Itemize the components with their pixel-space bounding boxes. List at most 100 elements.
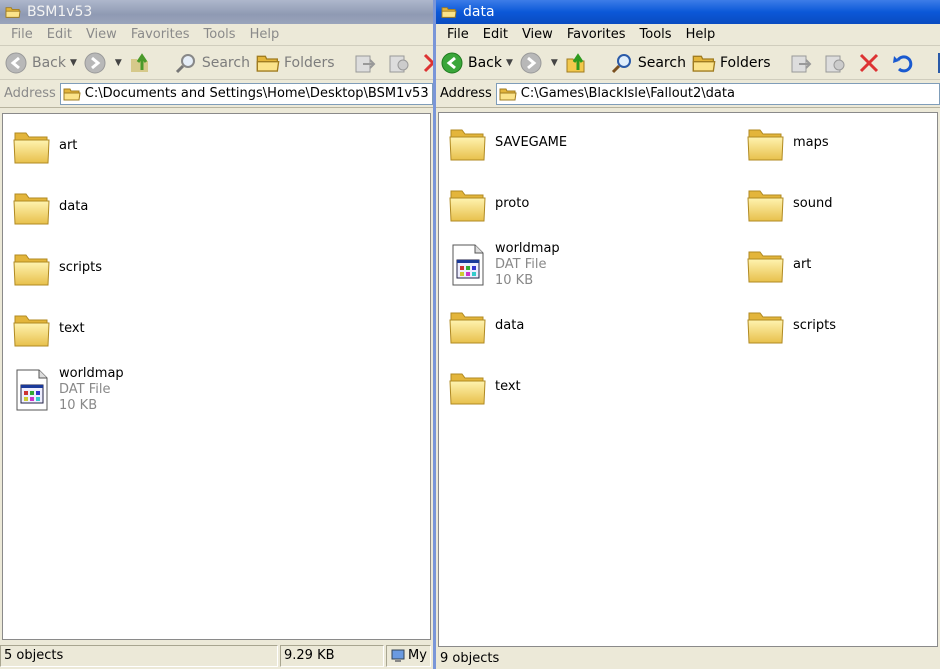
forward-button[interactable]: ▼: [519, 48, 558, 78]
search-button[interactable]: Search: [610, 48, 686, 78]
folder-icon: [447, 121, 489, 165]
copy-to-icon: [389, 55, 409, 72]
up-folder-icon: [566, 52, 585, 72]
window-title: data: [463, 4, 495, 20]
chevron-down-icon[interactable]: ▼: [70, 58, 77, 68]
folder-icon: [447, 304, 489, 348]
explorer-window-data[interactable]: data File Edit View Favorites Tools Help…: [436, 0, 940, 669]
menu-tools[interactable]: Tools: [633, 27, 679, 42]
status-object-count: 5 objects: [0, 644, 278, 667]
chevron-down-icon[interactable]: ▼: [551, 58, 558, 68]
delete-button[interactable]: [421, 48, 433, 78]
list-item[interactable]: worldmap DAT File 10 KB: [447, 239, 560, 291]
address-input[interactable]: C:\Documents and Settings\Home\Desktop\B…: [59, 82, 433, 105]
status-zone: My: [386, 644, 431, 667]
delete-button[interactable]: [857, 48, 885, 78]
folder-icon: [745, 304, 787, 348]
file-list[interactable]: art data scripts text worldmap DAT File …: [2, 113, 431, 640]
list-item[interactable]: scripts: [745, 300, 836, 352]
title-bar[interactable]: BSM1v53: [0, 0, 433, 24]
address-bar: Address C:\Documents and Settings\Home\D…: [0, 80, 433, 108]
move-to-icon: [791, 55, 811, 72]
forward-arrow-icon: [520, 52, 542, 73]
list-item[interactable]: data: [11, 181, 88, 233]
dat-file-icon: [447, 243, 489, 287]
status-object-count: 9 objects: [440, 650, 500, 666]
folder-icon: [63, 86, 81, 102]
folder-icon: [11, 185, 53, 229]
toolbar: Back ▼ ▼ Search Folders: [0, 46, 433, 80]
menu-view[interactable]: View: [79, 27, 124, 42]
forward-arrow-icon: [84, 52, 106, 73]
menu-bar: File Edit View Favorites Tools Help: [436, 24, 940, 46]
menu-view[interactable]: View: [515, 27, 560, 42]
menu-edit[interactable]: Edit: [476, 27, 515, 42]
menu-tools[interactable]: Tools: [197, 27, 243, 42]
back-arrow-icon: [5, 52, 27, 73]
up-folder-button[interactable]: [128, 48, 156, 78]
folder-icon: [745, 121, 787, 165]
list-item[interactable]: worldmap DAT File 10 KB: [11, 364, 124, 416]
move-to-button[interactable]: [789, 48, 817, 78]
folders-icon: [692, 51, 716, 75]
chevron-down-icon[interactable]: ▼: [506, 58, 513, 68]
delete-icon: [859, 53, 878, 72]
explorer-window-bsm[interactable]: BSM1v53 File Edit View Favorites Tools H…: [0, 0, 433, 669]
folders-button[interactable]: Folders: [256, 48, 335, 78]
menu-favorites[interactable]: Favorites: [560, 27, 633, 42]
menu-file[interactable]: File: [4, 27, 40, 42]
list-item[interactable]: art: [745, 239, 811, 291]
folder-icon: [745, 182, 787, 226]
folder-icon: [447, 365, 489, 409]
title-bar[interactable]: data: [436, 0, 940, 24]
copy-to-button[interactable]: [823, 48, 851, 78]
file-list[interactable]: SAVEGAME proto worldmap DAT File 10 KB d…: [438, 112, 938, 647]
list-item[interactable]: data: [447, 300, 524, 352]
list-item[interactable]: text: [447, 361, 521, 413]
status-bar: 5 objects 9.29 KB My: [0, 642, 433, 669]
move-to-button[interactable]: [353, 48, 381, 78]
folder-icon: [11, 246, 53, 290]
folder-icon: [440, 5, 458, 19]
address-bar: Address C:\Games\BlackIsle\Fallout2\data: [436, 80, 940, 108]
status-size: 9.29 KB: [280, 644, 384, 667]
up-folder-icon: [130, 52, 148, 72]
list-item[interactable]: scripts: [11, 242, 102, 294]
list-item[interactable]: SAVEGAME: [447, 117, 567, 169]
address-label: Address: [440, 86, 492, 101]
copy-to-button[interactable]: [387, 48, 415, 78]
folders-button[interactable]: Folders: [692, 48, 771, 78]
menu-file[interactable]: File: [440, 27, 476, 42]
copy-to-icon: [825, 55, 845, 72]
list-item[interactable]: proto: [447, 178, 529, 230]
status-bar: 9 objects: [436, 647, 940, 669]
folder-icon: [447, 182, 489, 226]
address-input[interactable]: C:\Games\BlackIsle\Fallout2\data: [495, 82, 940, 105]
back-button[interactable]: Back ▼: [440, 48, 513, 78]
folder-icon: [745, 243, 787, 287]
undo-button[interactable]: [891, 48, 919, 78]
undo-icon: [892, 54, 912, 72]
delete-icon: [423, 53, 433, 72]
back-button[interactable]: Back ▼: [4, 48, 77, 78]
list-item[interactable]: art: [11, 120, 77, 172]
folder-icon: [499, 86, 517, 102]
menu-help[interactable]: Help: [243, 27, 287, 42]
folder-icon: [11, 307, 53, 351]
menu-favorites[interactable]: Favorites: [124, 27, 197, 42]
search-icon: [611, 53, 631, 73]
menu-help[interactable]: Help: [679, 27, 723, 42]
list-item[interactable]: text: [11, 303, 85, 355]
views-button[interactable]: [937, 48, 940, 78]
back-arrow-icon: [441, 52, 463, 73]
address-label: Address: [4, 86, 56, 101]
list-item[interactable]: maps: [745, 117, 829, 169]
menu-edit[interactable]: Edit: [40, 27, 79, 42]
computer-icon: [391, 649, 405, 662]
folders-icon: [256, 51, 280, 75]
search-button[interactable]: Search: [174, 48, 250, 78]
up-folder-button[interactable]: [564, 48, 592, 78]
list-item[interactable]: sound: [745, 178, 832, 230]
chevron-down-icon[interactable]: ▼: [115, 58, 122, 68]
forward-button[interactable]: ▼: [83, 48, 122, 78]
